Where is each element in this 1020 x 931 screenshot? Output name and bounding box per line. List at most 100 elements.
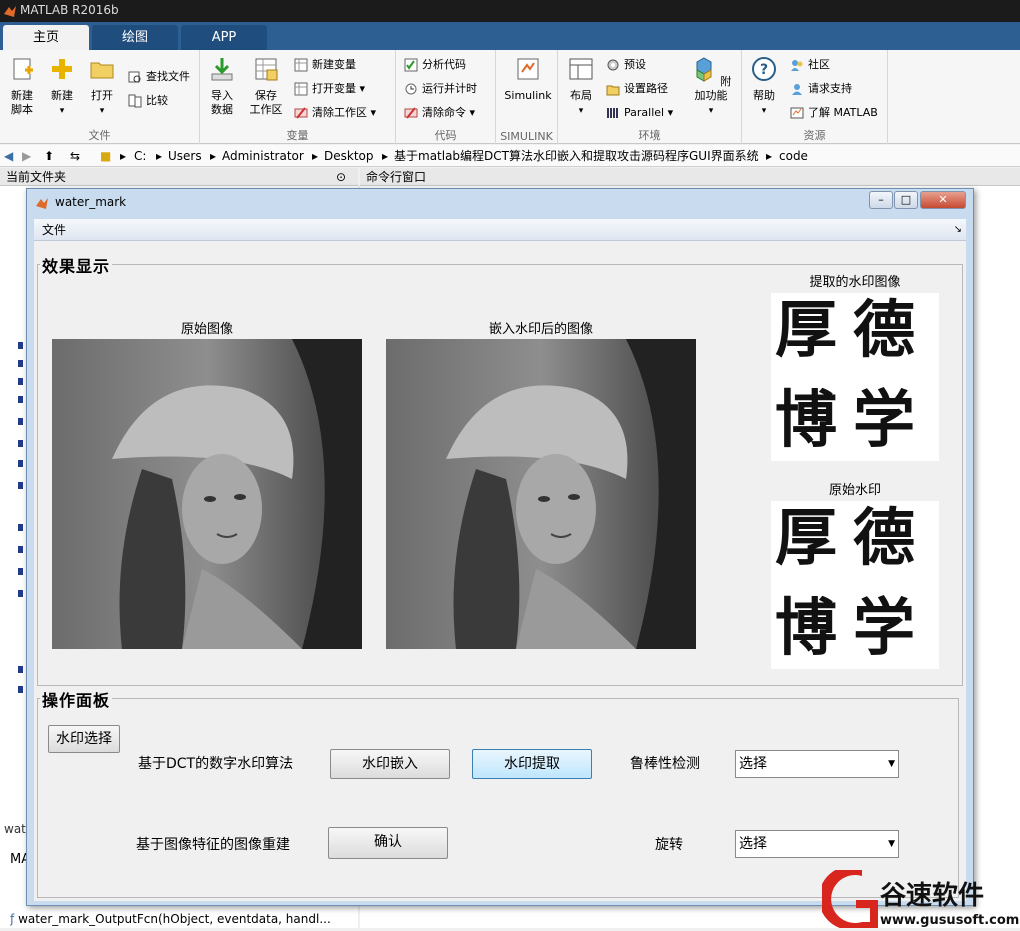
current-folder-header: 当前文件夹 ⊙ <box>0 168 358 186</box>
function-row[interactable]: ƒ water_mark_OutputFcn(hObject, eventdat… <box>10 912 340 926</box>
select-watermark-button[interactable]: 水印选择 <box>48 725 120 753</box>
breadcrumb-sep-icon: ▸ <box>156 149 163 163</box>
browse-folder-icon[interactable]: ⇆ <box>70 145 80 167</box>
set-path-button[interactable]: 设置路径 <box>606 80 668 98</box>
preferences-button[interactable]: 预设 <box>606 56 646 74</box>
simulink-group-label: SIMULINK <box>500 130 553 143</box>
breadcrumb-segment[interactable]: code <box>779 145 808 167</box>
robustness-select[interactable]: 选择 ▼ <box>735 750 899 778</box>
help-icon: ? <box>752 57 776 81</box>
close-button[interactable]: ✕ <box>920 191 966 209</box>
resources-group: ? 帮助 ▾ 社区 请求支持 了解 MATLAB 资源 <box>742 50 888 144</box>
menu-file[interactable]: 文件 <box>42 223 66 237</box>
forward-arrow-icon[interactable]: ▶ <box>22 145 31 167</box>
chevron-down-icon: ▼ <box>888 839 895 849</box>
rotate-label: 旋转 <box>655 837 683 853</box>
ribbon: 新建 脚本 新建 ▾ 打开 ▾ 查找文件 比较 文件 导入 数据 保存 工作区 新建… <box>0 50 1020 144</box>
compare-button[interactable]: 比较 <box>128 92 168 110</box>
support-icon <box>792 84 802 95</box>
clear-commands-button[interactable]: 清除命令 ▾ <box>404 104 475 122</box>
back-arrow-icon[interactable]: ◀ <box>4 145 13 167</box>
brand-logo: 谷速软件 www.gususoft.com <box>818 866 1020 930</box>
app-titlebar: MATLAB R2016b <box>0 0 1020 22</box>
run-and-time-icon <box>405 83 417 95</box>
new-variable-icon <box>294 58 308 72</box>
new-button[interactable]: 新建 ▾ <box>46 56 78 118</box>
import-data-button[interactable]: 导入 数据 <box>206 56 238 117</box>
save-workspace-button[interactable]: 保存 工作区 <box>246 56 286 117</box>
request-support-button[interactable]: 请求支持 <box>790 80 852 98</box>
code-group: 分析代码 运行并计时 清除命令 ▾ 代码 <box>396 50 496 144</box>
gear-icon <box>607 59 619 71</box>
maximize-button[interactable]: □ <box>894 191 918 209</box>
breadcrumb-segment[interactable]: Desktop <box>324 145 374 167</box>
address-bar: ◀ ▶ ⬆ ⇆ ■ ▸ C: ▸ Users ▸ Administrator ▸… <box>0 145 1020 167</box>
tab-apps[interactable]: APP <box>181 25 267 50</box>
help-button[interactable]: ? 帮助 ▾ <box>748 56 780 118</box>
addons-button[interactable]: 附加功能 ▾ <box>686 56 736 118</box>
window-title: water_mark <box>55 195 127 209</box>
extract-watermark-button[interactable]: 水印提取 <box>472 749 592 779</box>
parallel-icon <box>607 108 618 118</box>
environment-group: 布局 ▾ 预设 设置路径 Parallel ▾ 附加功能 ▾ 环境 <box>558 50 742 144</box>
pane-menu-icon[interactable]: ⊙ <box>336 168 346 186</box>
run-and-time-button[interactable]: 运行并计时 <box>404 80 477 98</box>
dct-algorithm-label: 基于DCT的数字水印算法 <box>138 756 294 772</box>
analyze-code-button[interactable]: 分析代码 <box>404 56 466 74</box>
embed-watermark-button[interactable]: 水印嵌入 <box>330 749 450 779</box>
tab-home[interactable]: 主页 <box>3 25 89 50</box>
rotate-select[interactable]: 选择 ▼ <box>735 830 899 858</box>
new-script-button[interactable]: 新建 脚本 <box>6 56 38 117</box>
breadcrumb-segment[interactable]: 基于matlab编程DCT算法水印嵌入和提取攻击源码程序GUI界面系统 <box>394 145 759 167</box>
original-image <box>52 339 362 649</box>
breadcrumb-segment[interactable]: Users <box>168 145 202 167</box>
set-path-icon <box>606 85 620 96</box>
menu-bar: 文件 ↘ <box>34 219 966 241</box>
simulink-group: Simulink SIMULINK <box>496 50 558 144</box>
embedded-image <box>386 339 696 649</box>
resources-group-label: 资源 <box>803 129 826 142</box>
breadcrumb-segment[interactable]: Administrator <box>222 145 304 167</box>
toolbar-toggle-icon[interactable]: ↘ <box>954 219 962 241</box>
file-group-label: 文件 <box>88 129 111 142</box>
code-group-label: 代码 <box>434 129 457 142</box>
operation-panel-title: 操作面板 <box>40 687 113 711</box>
open-variable-button[interactable]: 打开变量 ▾ <box>294 80 365 98</box>
minimize-button[interactable]: – <box>869 191 893 209</box>
new-script-icon <box>13 58 33 80</box>
details-label: wat <box>4 822 26 836</box>
breadcrumb-segment[interactable]: C: <box>134 145 146 167</box>
chevron-down-icon: ▼ <box>888 759 895 769</box>
layout-icon <box>569 58 593 80</box>
svg-text:?: ? <box>760 62 768 78</box>
breadcrumb-sep-icon: ▸ <box>766 149 773 163</box>
save-workspace-icon <box>255 58 278 81</box>
operation-panel: 操作面板 水印选择 基于DCT的数字水印算法 水印嵌入 水印提取 鲁棒性检测 选… <box>37 687 959 898</box>
parallel-button[interactable]: Parallel ▾ <box>606 104 673 122</box>
find-files-button[interactable]: 查找文件 <box>128 68 190 86</box>
command-window-header: 命令行窗口 <box>360 168 1020 186</box>
community-button[interactable]: 社区 <box>790 56 830 74</box>
layout-button[interactable]: 布局 ▾ <box>564 56 598 118</box>
clear-workspace-button[interactable]: 清除工作区 ▾ <box>294 104 376 122</box>
learn-matlab-button[interactable]: 了解 MATLAB <box>790 104 878 122</box>
environment-group-label: 环境 <box>638 129 661 142</box>
matlab-logo-icon <box>4 6 16 17</box>
figure-client-area: 效果显示 原始图像 嵌入水印后的图像 提取的水印图像 厚 德 博 学 原始水印 … <box>34 241 966 901</box>
folder-icon <box>90 62 114 79</box>
file-group: 新建 脚本 新建 ▾ 打开 ▾ 查找文件 比较 文件 <box>0 50 200 144</box>
open-variable-icon <box>294 82 308 96</box>
new-variable-button[interactable]: 新建变量 <box>294 56 356 74</box>
open-button[interactable]: 打开 ▾ <box>86 56 118 118</box>
breadcrumb-sep-icon: ▸ <box>120 149 127 163</box>
up-folder-icon[interactable]: ⬆ <box>44 145 54 167</box>
robustness-label: 鲁棒性检测 <box>630 756 700 772</box>
tab-plots[interactable]: 绘图 <box>92 25 178 50</box>
clear-commands-icon <box>404 107 418 119</box>
effect-panel-title: 效果显示 <box>40 253 113 277</box>
variable-group-label: 变量 <box>286 129 309 142</box>
simulink-button[interactable]: Simulink <box>502 56 554 103</box>
find-files-icon <box>128 71 141 83</box>
clear-workspace-icon <box>294 107 308 119</box>
confirm-button[interactable]: 确认 <box>328 827 448 859</box>
